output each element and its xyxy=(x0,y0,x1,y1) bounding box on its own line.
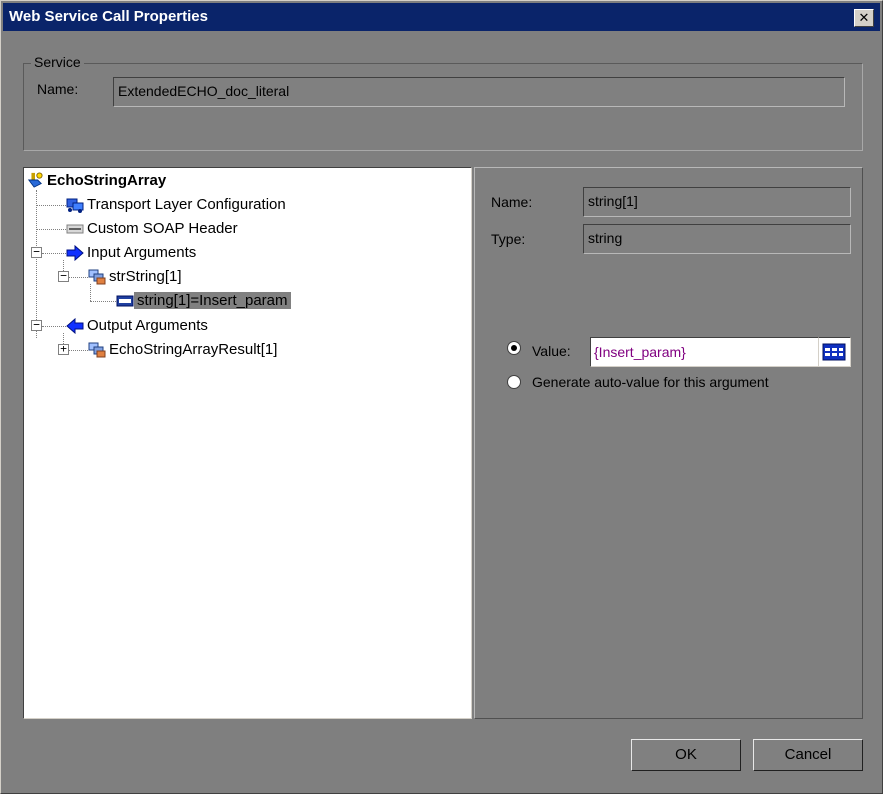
complex-type-icon xyxy=(88,342,106,358)
tree-item-strstring[interactable]: strString[1] xyxy=(88,266,185,288)
output-arrow-icon xyxy=(66,318,84,334)
tree-item-label: string[1]=Insert_param xyxy=(134,292,291,309)
service-name-field[interactable]: ExtendedECHO_doc_literal xyxy=(113,77,845,107)
prop-name-field[interactable]: string[1] xyxy=(583,187,851,217)
tree-item-string-param[interactable]: string[1]=Insert_param xyxy=(116,290,291,312)
tree-item-label: Transport Layer Configuration xyxy=(87,196,286,213)
dialog-window: Web Service Call Properties ✕ Service Na… xyxy=(0,0,883,794)
tree-connector xyxy=(42,253,66,254)
web-service-icon xyxy=(27,172,43,188)
value-input[interactable]: {Insert_param} xyxy=(590,337,819,367)
string-type-icon xyxy=(116,295,134,307)
tree-item-label: strString[1] xyxy=(109,268,182,285)
tree-item-transport[interactable]: Transport Layer Configuration xyxy=(66,194,289,216)
value-radio[interactable] xyxy=(507,341,521,355)
tree-item-output-arguments[interactable]: Output Arguments xyxy=(66,315,211,337)
tree-connector xyxy=(90,301,116,302)
tree-connector xyxy=(36,205,66,206)
auto-value-label: Generate auto-value for this argument xyxy=(532,374,769,390)
tree-connector xyxy=(42,326,66,327)
value-radio-label: Value: xyxy=(532,343,571,359)
close-button[interactable]: ✕ xyxy=(854,9,874,27)
tree-root[interactable]: EchoStringArray xyxy=(26,170,169,192)
table-grid-icon xyxy=(822,343,846,361)
collapse-toggle[interactable]: − xyxy=(31,246,42,258)
tree-item-soap-header[interactable]: Custom SOAP Header xyxy=(66,218,241,240)
service-group-label: Service xyxy=(31,54,84,70)
tree-connector xyxy=(36,229,66,230)
tree-connector xyxy=(68,277,88,278)
prop-name-label: Name: xyxy=(491,194,533,210)
auto-value-radio[interactable] xyxy=(507,375,521,389)
tree-item-label: EchoStringArrayResult[1] xyxy=(109,341,278,358)
prop-type-field[interactable]: string xyxy=(583,224,851,254)
collapse-toggle[interactable]: − xyxy=(31,319,42,331)
tree-item-label: Output Arguments xyxy=(87,317,208,334)
tree-connector xyxy=(36,190,37,338)
ok-button[interactable]: OK xyxy=(631,739,741,771)
radio-selected-dot xyxy=(511,345,517,351)
tree-root-label: EchoStringArray xyxy=(47,172,167,189)
transport-icon xyxy=(66,198,84,213)
tree-item-label: Input Arguments xyxy=(87,244,197,261)
prop-type-label: Type: xyxy=(491,231,526,247)
parameter-list-button[interactable] xyxy=(819,337,851,367)
tree-connector xyxy=(68,350,88,351)
dialog-title: Web Service Call Properties xyxy=(9,8,208,25)
tree-item-input-arguments[interactable]: Input Arguments xyxy=(66,242,199,264)
service-name-label: Name: xyxy=(37,81,79,97)
input-arrow-icon xyxy=(66,245,84,261)
tree-item-label: Custom SOAP Header xyxy=(87,220,238,237)
collapse-toggle[interactable]: − xyxy=(58,270,69,282)
complex-type-icon xyxy=(88,269,106,285)
expand-toggle[interactable]: + xyxy=(58,343,69,355)
arguments-tree[interactable]: EchoStringArray Transport Layer Configur… xyxy=(23,167,472,719)
soap-header-icon xyxy=(66,224,84,234)
tree-item-echo-result[interactable]: EchoStringArrayResult[1] xyxy=(88,339,280,361)
cancel-button[interactable]: Cancel xyxy=(753,739,863,771)
title-bar[interactable]: Web Service Call Properties ✕ xyxy=(3,3,880,31)
close-icon: ✕ xyxy=(858,10,870,25)
